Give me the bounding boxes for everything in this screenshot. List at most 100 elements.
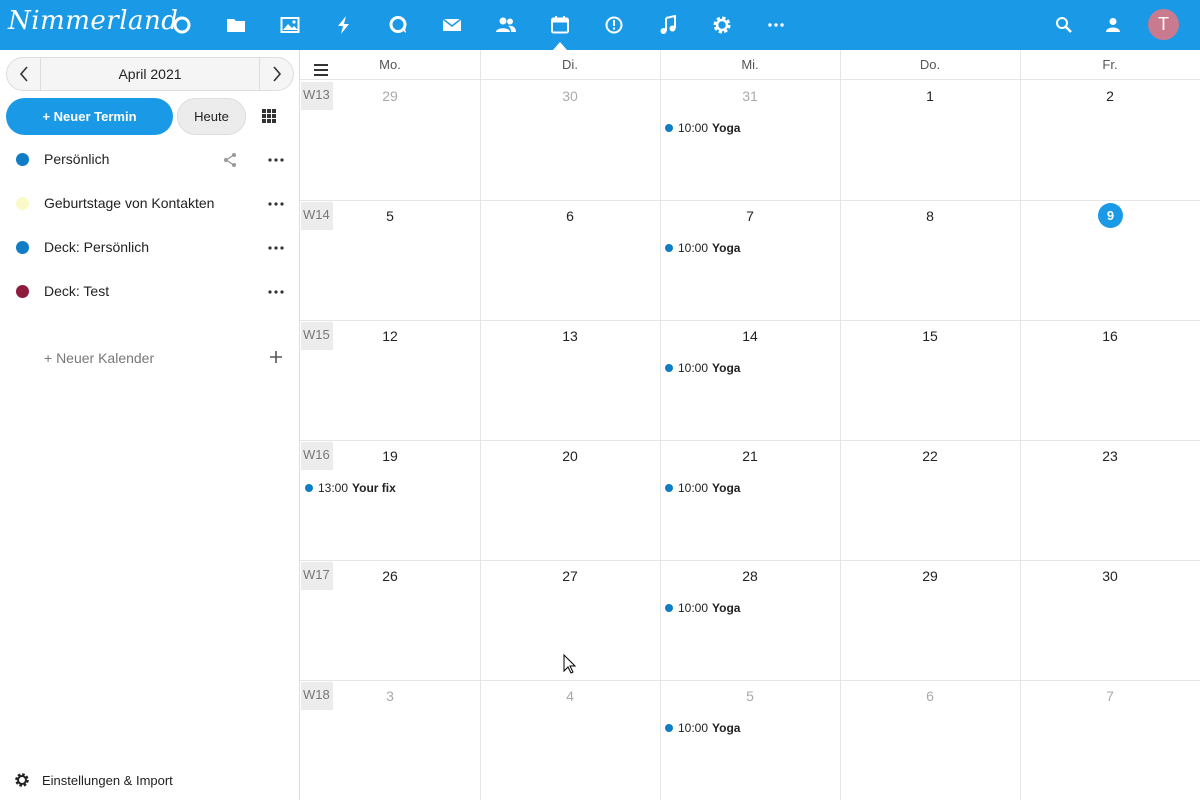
next-month-button[interactable] (259, 58, 293, 90)
event-time: 10:00 (678, 721, 709, 735)
month-view: Mo. Di. Mi. Do. Fr. W13 29 30 31 1 2 W14 5 6 7 8 9 W15 12… (300, 50, 1200, 800)
day-number[interactable]: 30 (1020, 568, 1200, 584)
calendar-color-dot[interactable] (16, 197, 29, 210)
calendar-event[interactable]: 10:00 Yoga (665, 119, 740, 137)
calendar-event[interactable]: 10:00 Yoga (665, 719, 740, 737)
calendar-color-dot[interactable] (16, 285, 29, 298)
weekday-header: Fr. (1102, 57, 1118, 72)
day-number[interactable]: 5 (660, 688, 840, 704)
day-number[interactable]: 3 (300, 688, 480, 704)
event-color-dot (665, 364, 673, 372)
event-title: Yoga (712, 481, 741, 495)
activity-icon[interactable] (332, 13, 356, 37)
chevron-right-icon (272, 66, 281, 82)
weekday-header: Mi. (741, 57, 759, 72)
previous-month-button[interactable] (7, 58, 41, 90)
new-event-button[interactable]: + Neuer Termin (6, 98, 173, 135)
day-number[interactable]: 6 (480, 208, 660, 224)
day-number[interactable]: 12 (300, 328, 480, 344)
photos-icon[interactable] (278, 13, 302, 37)
calendar-event[interactable]: 10:00 Yoga (665, 239, 740, 257)
calendar-item[interactable]: Persönlich (0, 140, 300, 180)
row-divider (300, 320, 1200, 321)
share-icon[interactable] (222, 152, 238, 168)
calendar-color-dot[interactable] (16, 241, 29, 254)
day-number[interactable]: 8 (840, 208, 1020, 224)
day-number[interactable]: 1 (840, 88, 1020, 104)
contacts-menu-icon[interactable] (1101, 13, 1125, 37)
calendar-icon[interactable] (548, 13, 572, 37)
settings-and-import-button[interactable]: Einstellungen & Import (14, 770, 173, 790)
plus-icon[interactable] (268, 349, 284, 365)
day-number[interactable]: 20 (480, 448, 660, 464)
calendar-color-dot[interactable] (16, 153, 29, 166)
more-actions-icon[interactable] (266, 238, 286, 258)
day-number[interactable]: 29 (300, 88, 480, 104)
day-number[interactable]: 19 (300, 448, 480, 464)
deck-icon[interactable] (602, 13, 626, 37)
calendar-item[interactable]: Deck: Persönlich (0, 228, 300, 268)
search-icon[interactable] (1052, 13, 1076, 37)
event-title: Yoga (712, 721, 741, 735)
event-color-dot (305, 484, 313, 492)
grid-view-icon[interactable] (262, 109, 276, 123)
day-number[interactable]: 7 (660, 208, 840, 224)
more-actions-icon[interactable] (266, 282, 286, 302)
new-calendar-button[interactable]: + Neuer Kalender (44, 350, 154, 366)
day-number[interactable]: 29 (840, 568, 1020, 584)
event-time: 10:00 (678, 241, 709, 255)
mouse-cursor-icon (563, 654, 577, 674)
day-number[interactable]: 2 (1020, 88, 1200, 104)
day-number[interactable]: 28 (660, 568, 840, 584)
music-icon[interactable] (656, 13, 680, 37)
more-actions-icon[interactable] (266, 150, 286, 170)
day-number[interactable]: 26 (300, 568, 480, 584)
day-number[interactable]: 4 (480, 688, 660, 704)
mail-icon[interactable] (440, 13, 464, 37)
day-number[interactable]: 6 (840, 688, 1020, 704)
more-actions-icon[interactable] (266, 194, 286, 214)
calendar-event[interactable]: 13:00 Your fix (305, 479, 396, 497)
day-number[interactable]: 16 (1020, 328, 1200, 344)
more-apps-icon[interactable] (764, 13, 788, 37)
calendar-label: Geburtstage von Kontakten (44, 195, 215, 211)
calendar-label: Deck: Persönlich (44, 239, 150, 255)
day-number[interactable]: 30 (480, 88, 660, 104)
nimmerland-logo[interactable]: Nimmerland (8, 6, 178, 36)
weekday-header: Di. (562, 57, 578, 72)
gear-icon (15, 773, 29, 787)
event-title: Your fix (352, 481, 396, 495)
event-color-dot (665, 604, 673, 612)
day-number[interactable]: 14 (660, 328, 840, 344)
contacts-icon[interactable] (494, 13, 518, 37)
day-number[interactable]: 21 (660, 448, 840, 464)
day-number[interactable]: 22 (840, 448, 1020, 464)
row-divider (300, 680, 1200, 681)
day-number[interactable]: 23 (1020, 448, 1200, 464)
today-button[interactable]: Heute (177, 98, 246, 135)
talk-icon[interactable] (386, 13, 410, 37)
event-color-dot (665, 484, 673, 492)
calendar-event[interactable]: 10:00 Yoga (665, 479, 740, 497)
day-number[interactable]: 27 (480, 568, 660, 584)
event-title: Yoga (712, 121, 741, 135)
today-date-badge[interactable]: 9 (1098, 203, 1123, 228)
day-number[interactable]: 5 (300, 208, 480, 224)
weekday-header: Mo. (379, 57, 401, 72)
day-number[interactable]: 13 (480, 328, 660, 344)
active-app-indicator (553, 42, 567, 50)
day-number[interactable]: 31 (660, 88, 840, 104)
files-icon[interactable] (224, 13, 248, 37)
current-month-label[interactable]: April 2021 (41, 58, 259, 90)
calendar-item[interactable]: Geburtstage von Kontakten (0, 184, 300, 224)
settings-icon[interactable] (710, 13, 734, 37)
calendar-event[interactable]: 10:00 Yoga (665, 599, 740, 617)
row-divider (300, 440, 1200, 441)
user-avatar[interactable]: T (1148, 9, 1179, 40)
day-number[interactable]: 15 (840, 328, 1020, 344)
dashboard-icon[interactable] (170, 13, 194, 37)
calendar-item[interactable]: Deck: Test (0, 272, 300, 312)
calendar-event[interactable]: 10:00 Yoga (665, 359, 740, 377)
day-number[interactable]: 7 (1020, 688, 1200, 704)
chevron-left-icon (19, 66, 28, 82)
